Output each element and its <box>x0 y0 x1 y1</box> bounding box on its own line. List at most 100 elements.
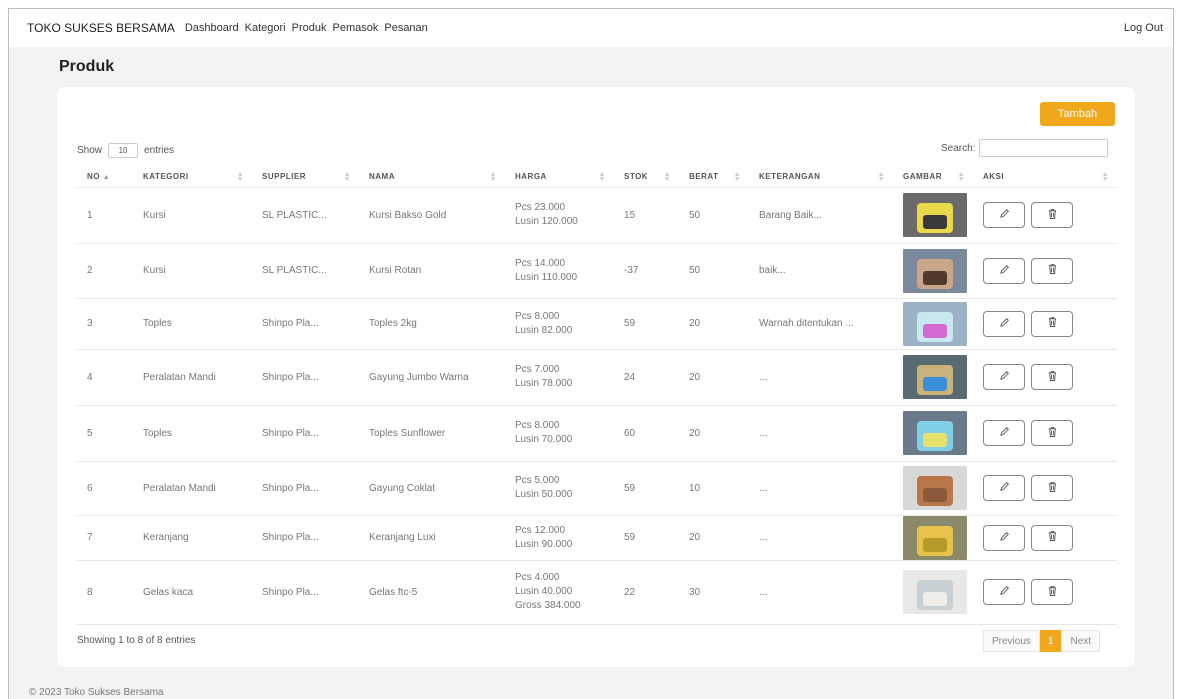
delete-button[interactable] <box>1031 310 1073 337</box>
header-berat[interactable]: BERAT ▲ ▼ <box>679 167 749 188</box>
cell-stok: 22 <box>614 560 679 625</box>
pencil-icon <box>999 264 1010 278</box>
header-supplier[interactable]: SUPPLIER ▲ ▼ <box>252 167 359 188</box>
cell-stok: 59 <box>614 461 679 516</box>
price-line: Lusin 50.000 <box>515 489 573 500</box>
sort-arrows-icon: ▲ ▼ <box>1101 171 1109 183</box>
cell-harga: Pcs 7.000 Lusin 78.000 <box>505 349 614 406</box>
add-product-button[interactable]: Tambah <box>1040 102 1115 126</box>
cell-supplier: Shinpo Pla... <box>252 560 359 625</box>
edit-button[interactable] <box>983 579 1025 605</box>
delete-button[interactable] <box>1031 364 1073 390</box>
search-control: Search: <box>941 139 1109 157</box>
header-keterangan[interactable]: KETERANGAN ▲ ▼ <box>749 167 893 188</box>
edit-button[interactable] <box>983 310 1025 337</box>
cell-kategori: Kursi <box>133 243 252 299</box>
pencil-icon <box>999 208 1010 222</box>
product-table: NO ▲ KATEGORI ▲ ▼ SUPPLIER ▲ ▼ NAMA ▲ ▼ HARGA ▲… <box>77 167 1117 625</box>
nav-link-produk[interactable]: Produk <box>292 22 327 34</box>
pagination-previous[interactable]: Previous <box>983 630 1040 652</box>
nav-link-pemasok[interactable]: Pemasok <box>333 22 379 34</box>
header-nama[interactable]: NAMA ▲ ▼ <box>359 167 505 188</box>
sort-arrows-icon: ▲ ▼ <box>957 171 965 183</box>
showing-entries-info: Showing 1 to 8 of 8 entries <box>77 635 196 646</box>
sort-arrows-icon: ▲ ▼ <box>489 171 497 183</box>
cell-keterangan: Barang Baik... <box>749 187 893 244</box>
header-aksi[interactable]: AKSI ▲ ▼ <box>973 167 1117 188</box>
price-line: Lusin 82.000 <box>515 324 573 336</box>
pagination-next[interactable]: Next <box>1061 630 1101 652</box>
product-image <box>903 248 967 293</box>
nav-link-dashboard[interactable]: Dashboard <box>185 22 239 34</box>
edit-button[interactable] <box>983 524 1025 551</box>
cell-gambar <box>893 461 973 516</box>
header-harga[interactable]: HARGA ▲ ▼ <box>505 167 614 188</box>
edit-button[interactable] <box>983 420 1025 446</box>
trash-icon <box>1047 426 1058 441</box>
trash-icon <box>1047 263 1058 278</box>
cell-berat: 20 <box>679 349 749 406</box>
pencil-icon <box>999 370 1010 384</box>
cell-gambar <box>893 243 973 299</box>
price-line: Pcs 8.000 <box>515 310 560 322</box>
cell-nama: Kursi Bakso Gold <box>359 187 505 244</box>
cell-supplier: SL PLASTIC... <box>252 243 359 299</box>
delete-button[interactable] <box>1031 420 1073 446</box>
nav-link-kategori[interactable]: Kategori <box>245 22 286 34</box>
pagination: Previous 1 Next <box>983 630 1101 652</box>
cell-keterangan: baik... <box>749 243 893 299</box>
cell-aksi <box>973 515 1117 561</box>
edit-button[interactable] <box>983 364 1025 390</box>
edit-button[interactable] <box>983 475 1025 501</box>
table-row: 1 Kursi SL PLASTIC... Kursi Bakso Gold Pcs 2… <box>77 187 1117 244</box>
cell-harga: Pcs 12.000 Lusin 90.000 <box>505 515 614 561</box>
table-header-row: NO ▲ KATEGORI ▲ ▼ SUPPLIER ▲ ▼ NAMA ▲ ▼ HARGA ▲… <box>77 167 1117 188</box>
show-label: Show <box>77 145 103 156</box>
cell-berat: 50 <box>679 243 749 299</box>
header-gambar[interactable]: GAMBAR ▲ ▼ <box>893 167 973 188</box>
pencil-icon <box>999 481 1010 495</box>
cell-no: 6 <box>77 461 133 516</box>
product-card: Tambah Show 10 entries Search: NO ▲ KATE… <box>57 87 1135 667</box>
cell-no: 5 <box>77 405 133 462</box>
pagination-page-1[interactable]: 1 <box>1039 630 1062 652</box>
cell-nama: Gayung Coklat <box>359 461 505 516</box>
cell-aksi <box>973 461 1117 516</box>
pencil-icon <box>999 317 1010 331</box>
cell-supplier: SL PLASTIC... <box>252 187 359 244</box>
product-image <box>903 411 967 455</box>
header-no[interactable]: NO ▲ <box>77 167 133 188</box>
header-stok[interactable]: STOK ▲ ▼ <box>614 167 679 188</box>
cell-kategori: Gelas kaca <box>133 560 252 625</box>
cell-aksi <box>973 560 1117 625</box>
entries-select[interactable]: 10 <box>108 143 139 158</box>
cell-nama: Kursi Rotan <box>359 243 505 299</box>
delete-button[interactable] <box>1031 202 1073 228</box>
sort-arrows-icon: ▲ ▼ <box>236 171 244 183</box>
pencil-icon <box>999 426 1010 440</box>
cell-kategori: Toples <box>133 298 252 350</box>
header-kategori[interactable]: KATEGORI ▲ ▼ <box>133 167 252 188</box>
product-image <box>903 515 967 560</box>
table-row: 5 Toples Shinpo Pla... Toples Sunflower Pcs … <box>77 405 1117 462</box>
brand-name[interactable]: TOKO SUKSES BERSAMA <box>27 21 175 35</box>
delete-button[interactable] <box>1031 475 1073 501</box>
logout-link[interactable]: Log Out <box>1124 22 1163 34</box>
cell-nama: Toples Sunflower <box>359 405 505 462</box>
nav-link-pesanan[interactable]: Pesanan <box>384 22 427 34</box>
delete-button[interactable] <box>1031 257 1073 284</box>
edit-button[interactable] <box>983 202 1025 228</box>
cell-aksi <box>973 187 1117 244</box>
cell-no: 8 <box>77 560 133 625</box>
sort-arrows-icon: ▲ ▼ <box>877 171 885 183</box>
product-image <box>903 301 967 346</box>
app-frame: TOKO SUKSES BERSAMA Dashboard Kategori P… <box>8 8 1174 699</box>
trash-icon <box>1047 316 1058 331</box>
delete-button[interactable] <box>1031 579 1073 605</box>
price-line: Pcs 12.000 <box>515 524 566 536</box>
cell-keterangan: ... <box>749 560 893 625</box>
edit-button[interactable] <box>983 257 1025 284</box>
cell-gambar <box>893 405 973 462</box>
search-input[interactable] <box>979 139 1109 157</box>
delete-button[interactable] <box>1031 524 1073 551</box>
